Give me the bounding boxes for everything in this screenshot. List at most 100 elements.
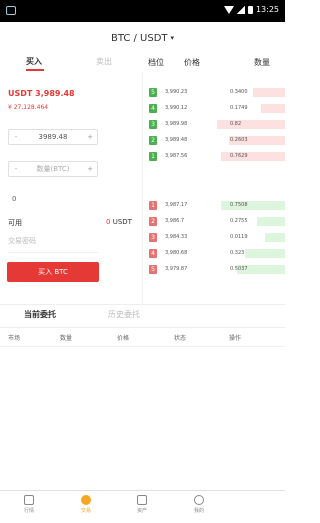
level-price: 3,989.48 [165,137,188,143]
bid-row[interactable]: 3 3,984.33 0.0119 [145,232,285,243]
quantity-input[interactable]: 数量(BTC) [23,164,83,174]
market-icon [24,495,34,505]
level-price: 3,990.23 [165,89,188,95]
orders-col-market: 市场 [8,335,21,342]
level-qty: 0.0119 [230,234,248,240]
ask-row[interactable]: 5 3,990.23 0.3400 [145,87,285,98]
last-price: USDT 3,989.48 [8,89,75,98]
level-index: 4 [149,104,157,113]
qty-increase-button[interactable]: + [83,165,97,173]
price-input[interactable]: 3989.48 [23,133,83,141]
tab-order-history[interactable]: 历史委托 [108,309,140,320]
bid-row[interactable]: 1 3,987.17 0.7508 [145,200,285,211]
ask-row[interactable]: 3 3,989.98 0.82 [145,119,285,130]
level-index: 3 [149,233,157,242]
tabbar-label: 行情 [23,508,34,514]
tab-buy[interactable]: 买入 [26,56,42,67]
chevron-down-icon: ▾ [170,34,175,42]
signal-icon [236,5,245,14]
notification-icon [6,6,16,15]
tabbar-item-market[interactable]: 行情 [9,495,49,514]
depth-bar [253,88,285,97]
amount-slider[interactable]: 0 [12,195,16,203]
level-qty: 0.1749 [230,105,248,111]
tabbar-label: 交易 [80,508,91,514]
ask-row[interactable]: 2 3,989.48 0.2603 [145,135,285,146]
level-index: 5 [149,88,157,97]
level-price: 3,986.7 [165,218,185,224]
level-index: 1 [149,201,157,210]
status-bar: 13:25 [0,0,285,22]
bottom-tabbar: 行情 交易 资产 我的 [0,490,285,523]
level-price: 3,980.68 [165,250,188,256]
orders-col-action: 操作 [229,335,242,342]
orders-table-header: 市场 数量 价格 状态 操作 [0,330,285,347]
depth-bar [217,120,285,129]
level-qty: 0.7508 [230,202,248,208]
pair-selector[interactable]: BTC / USDT ▾ [0,22,285,54]
level-index: 3 [149,120,157,129]
last-price-cny: ¥ 27,128.464 [8,104,49,111]
battery-icon [247,5,253,14]
trade-tabs: 买入 卖出 [0,54,140,72]
tab-current-orders[interactable]: 当前委托 [24,309,56,320]
level-qty: 0.7629 [230,153,248,159]
orders-col-price: 价格 [117,335,130,342]
ask-row[interactable]: 4 3,990.12 0.1749 [145,103,285,114]
orders-col-status: 状态 [174,335,187,342]
available-unit: USDT [112,218,132,226]
orderbook-header-qty: 数量 [254,58,270,67]
level-price: 3,989.98 [165,121,188,127]
level-index: 1 [149,152,157,161]
bid-row[interactable]: 5 3,979.87 0.5037 [145,264,285,275]
price-increase-button[interactable]: + [83,133,97,141]
level-qty: 0.3400 [230,89,248,95]
level-price: 3,987.17 [165,202,188,208]
level-price: 3,984.33 [165,234,188,240]
level-index: 2 [149,217,157,226]
level-price: 3,979.87 [165,266,188,272]
qty-decrease-button[interactable]: - [9,165,23,173]
tab-sell[interactable]: 卖出 [96,56,112,67]
level-qty: 0.2755 [230,218,248,224]
available-label: 可用 [8,219,22,227]
bid-row[interactable]: 2 3,986.7 0.2755 [145,216,285,227]
orderbook-header-level: 档位 [148,58,164,67]
level-qty: 0.82 [230,121,242,127]
ask-row[interactable]: 1 3,987.56 0.7629 [145,151,285,162]
depth-bar [257,217,285,226]
password-field[interactable]: 交易密码 [8,236,98,253]
depth-bar [261,104,285,113]
level-qty: 0.5037 [230,266,248,272]
level-index: 4 [149,249,157,258]
level-index: 2 [149,136,157,145]
tabbar-item-profile[interactable]: 我的 [179,495,219,514]
user-icon [194,495,204,505]
price-stepper: - 3989.48 + [8,129,98,145]
tabbar-item-trade[interactable]: 交易 [66,495,106,514]
level-price: 3,990.12 [165,105,188,111]
available-balance: 0 USDT [106,218,132,226]
panel-divider [142,72,143,304]
pair-title: BTC / USDT [110,32,168,44]
tabbar-item-assets[interactable]: 资产 [122,495,162,514]
level-qty: 0.2603 [230,137,248,143]
tabbar-label: 我的 [193,508,204,514]
tab-buy-indicator [26,69,44,71]
orders-col-qty: 数量 [60,335,73,342]
buy-button[interactable]: 买入 BTC [7,262,99,282]
level-price: 3,987.56 [165,153,188,159]
quantity-stepper: - 数量(BTC) + [8,161,98,177]
wallet-icon [137,495,147,505]
orders-tabs: 当前委托 历史委托 [0,304,285,328]
tabbar-label: 资产 [136,508,147,514]
level-index: 5 [149,265,157,274]
trade-icon [81,495,91,505]
bid-row[interactable]: 4 3,980.68 0.323 [145,248,285,259]
wifi-icon [223,5,234,14]
depth-bar [245,249,285,258]
level-qty: 0.323 [230,250,245,256]
orderbook-header-price: 价格 [184,58,200,67]
price-decrease-button[interactable]: - [9,133,23,141]
status-time: 13:25 [255,5,279,14]
